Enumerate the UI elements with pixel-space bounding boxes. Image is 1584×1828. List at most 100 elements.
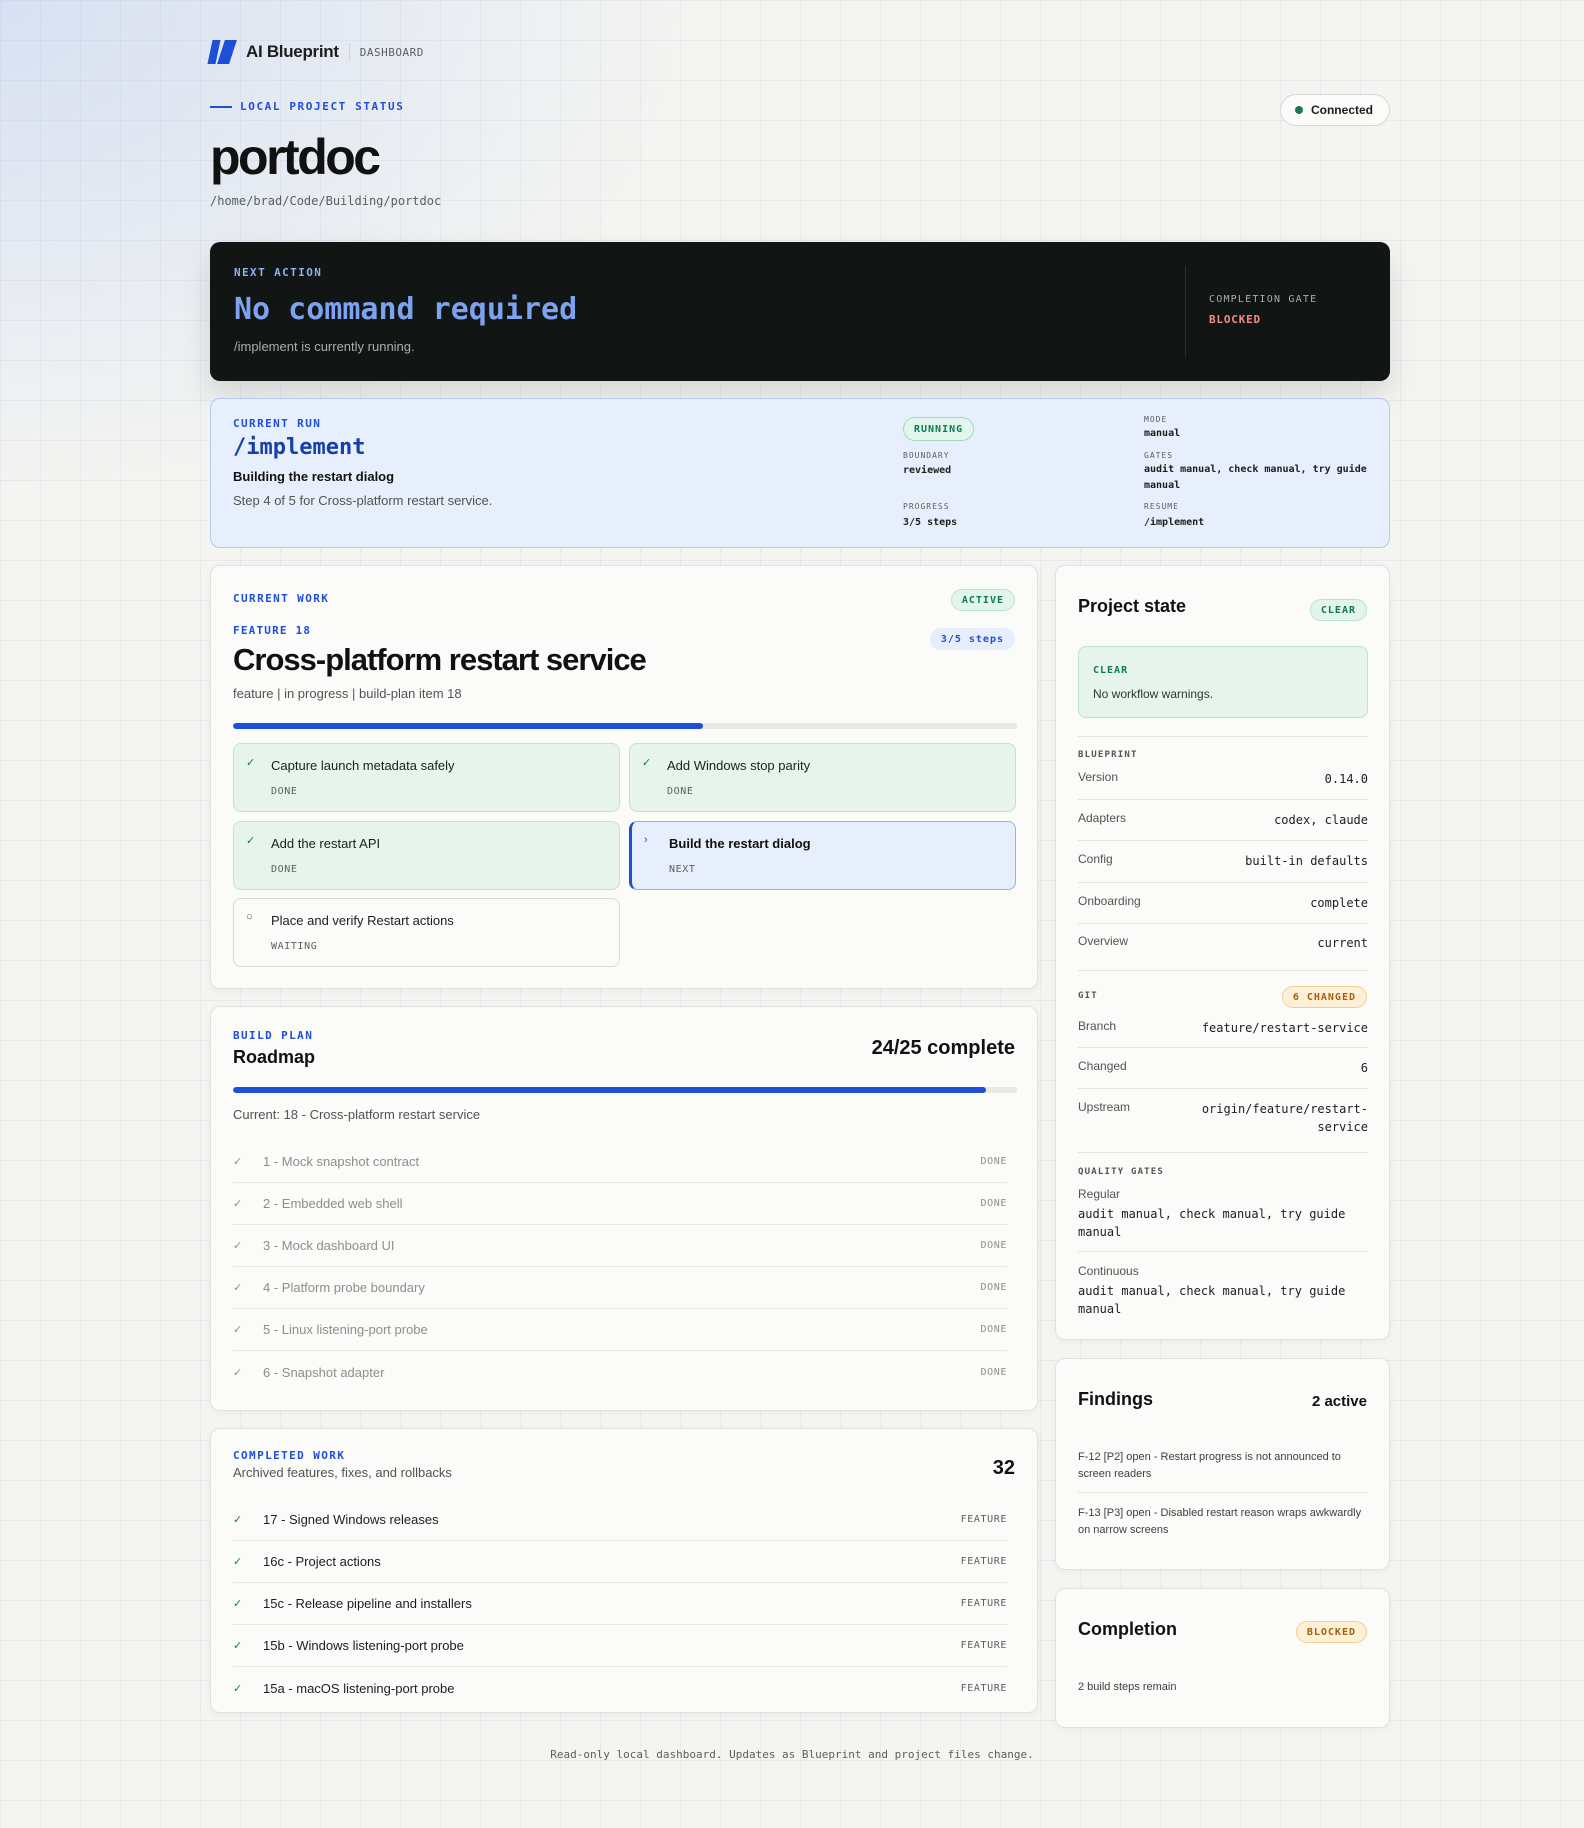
circle-icon: ○	[246, 911, 253, 923]
checkmark-icon: ✓	[233, 1598, 243, 1610]
completed-row[interactable]: ✓ 17 - Signed Windows releases FEATURE	[233, 1499, 1007, 1541]
prop-key: Config	[1078, 852, 1113, 866]
completed-work-card: COMPLETED WORK Archived features, fixes,…	[210, 1428, 1038, 1713]
checkmark-icon: ✓	[233, 1556, 243, 1568]
prop-key: Upstream	[1078, 1100, 1131, 1114]
checkmark-icon: ✓	[233, 1640, 243, 1652]
divider	[1078, 1492, 1368, 1493]
current-work-card: CURRENT WORK ACTIVE FEATURE 18 3/5 steps…	[210, 565, 1038, 989]
checkmark-icon: ✓	[233, 1514, 243, 1526]
current-run-command: /implement	[233, 435, 366, 460]
prop-onboarding: Onboarding complete	[1078, 894, 1368, 912]
divider	[1078, 736, 1368, 737]
brand-divider	[348, 43, 350, 61]
roadmap-item-title: 3 - Mock dashboard UI	[263, 1238, 395, 1253]
prop-version: Version 0.14.0	[1078, 770, 1368, 788]
gates-value: audit manual, check manual, try guide ma…	[1144, 464, 1367, 491]
roadmap-row[interactable]: ✓ 4 - Platform probe boundary DONE	[233, 1267, 1007, 1309]
prop-value: complete	[1310, 896, 1368, 910]
step-title: Build the restart dialog	[669, 836, 811, 851]
current-run-label: CURRENT RUN	[233, 417, 322, 430]
boundary-value: reviewed	[903, 465, 952, 476]
completed-item-type: FEATURE	[960, 1514, 1007, 1525]
prop-value: codex, claude	[1274, 813, 1368, 827]
build-plan-label: BUILD PLAN	[233, 1029, 314, 1042]
current-run-panel: CURRENT RUN /implement Building the rest…	[210, 398, 1390, 548]
step-card-waiting[interactable]: ○ Place and verify Restart actions WAITI…	[233, 898, 620, 967]
checkmark-icon: ✓	[233, 1324, 243, 1336]
eyebrow-rule	[210, 105, 232, 108]
roadmap-current: Current: 18 - Cross-platform restart ser…	[233, 1107, 481, 1122]
step-status: DONE	[271, 864, 298, 875]
checkmark-icon: ✓	[642, 757, 652, 769]
completed-row[interactable]: ✓ 16c - Project actions FEATURE	[233, 1541, 1007, 1583]
divider	[1078, 1088, 1368, 1089]
blueprint-label: BLUEPRINT	[1078, 750, 1138, 760]
divider	[1078, 1047, 1368, 1048]
completion-card: Completion BLOCKED 2 build steps remain	[1055, 1588, 1390, 1728]
checkmark-icon: ✓	[233, 1682, 243, 1695]
roadmap-item-status: DONE	[980, 1366, 1007, 1378]
quality-gates-label: QUALITY GATES	[1078, 1167, 1165, 1177]
step-title: Place and verify Restart actions	[271, 913, 454, 928]
completed-item-type: FEATURE	[960, 1598, 1007, 1609]
step-card[interactable]: ✓ Add the restart API DONE	[233, 821, 620, 890]
brand[interactable]: AI Blueprint DASHBOARD	[210, 40, 424, 64]
checkmark-icon: ✓	[233, 1156, 243, 1168]
prop-value: origin/feature/restart- service	[1201, 1102, 1368, 1134]
prop-overview: Overview current	[1078, 934, 1368, 952]
step-status: DONE	[271, 786, 298, 797]
step-card[interactable]: ✓ Capture launch metadata safely DONE	[233, 743, 620, 812]
brand-name: AI Blueprint	[246, 42, 339, 61]
completed-row[interactable]: ✓ 15c - Release pipeline and installers …	[233, 1583, 1007, 1625]
roadmap-row[interactable]: ✓ 1 - Mock snapshot contract DONE	[233, 1141, 1007, 1183]
roadmap-row[interactable]: ✓ 3 - Mock dashboard UI DONE	[233, 1225, 1007, 1267]
feature-progress-fill	[233, 723, 704, 729]
finding-item[interactable]: F-13 [P3] open - Disabled restart reason…	[1078, 1505, 1368, 1539]
roadmap-progress-bar	[233, 1087, 1017, 1093]
boundary-label: BOUNDARY	[903, 451, 950, 460]
completed-item-title: 15a - macOS listening-port probe	[263, 1680, 455, 1696]
feature-title: Cross-platform restart service	[233, 642, 647, 677]
roadmap-row[interactable]: ✓ 2 - Embedded web shell DONE	[233, 1183, 1007, 1225]
next-action-command: No command required	[234, 292, 578, 327]
step-status: DONE	[667, 786, 694, 797]
step-status: NEXT	[669, 864, 696, 875]
blueprint-logo-icon	[210, 40, 236, 64]
checkmark-icon: ✓	[233, 1282, 243, 1294]
divider	[1078, 799, 1368, 800]
completed-row[interactable]: ✓ 15a - macOS listening-port probe FEATU…	[233, 1667, 1007, 1709]
finding-item[interactable]: F-12 [P2] open - Restart progress is not…	[1078, 1449, 1368, 1483]
roadmap-row[interactable]: ✓ 6 - Snapshot adapter DONE	[233, 1351, 1007, 1393]
clear-notice-label: CLEAR	[1093, 665, 1129, 676]
step-card[interactable]: ✓ Add Windows stop parity DONE	[629, 743, 1016, 812]
feature-label: FEATURE 18	[233, 624, 312, 637]
project-path: /home/brad/Code/Building/portdoc	[210, 194, 442, 208]
checkmark-icon: ✓	[246, 835, 256, 847]
completed-item-type: FEATURE	[960, 1556, 1007, 1567]
completed-row[interactable]: ✓ 15b - Windows listening-port probe FEA…	[233, 1625, 1007, 1667]
completed-work-list[interactable]: ✓ 17 - Signed Windows releases FEATURE ✓…	[211, 1499, 1039, 1711]
completed-work-subtitle: Archived features, fixes, and rollbacks	[233, 1465, 452, 1480]
completion-gate-label: COMPLETION GATE	[1209, 294, 1318, 305]
regular-value: audit manual, check manual, try guide ma…	[1078, 1207, 1346, 1239]
checkmark-icon: ✓	[246, 757, 256, 769]
roadmap-row[interactable]: ✓ 5 - Linux listening-port probe DONE	[233, 1309, 1007, 1351]
steps-badge: 3/5 steps	[929, 628, 1015, 650]
step-card-next[interactable]: › Build the restart dialog NEXT	[629, 821, 1016, 890]
current-work-label: CURRENT WORK	[233, 592, 330, 605]
clear-notice: CLEAR No workflow warnings.	[1078, 646, 1368, 718]
project-state-badge: CLEAR	[1309, 599, 1367, 621]
prop-value: current	[1317, 936, 1368, 950]
next-action-panel: NEXT ACTION No command required /impleme…	[210, 242, 1390, 381]
completed-item-title: 16c - Project actions	[263, 1554, 381, 1569]
roadmap-item-status: DONE	[980, 1198, 1007, 1209]
prop-config: Config built-in defaults	[1078, 852, 1368, 870]
completed-item-type: FEATURE	[960, 1682, 1007, 1694]
completed-item-title: 15b - Windows listening-port probe	[263, 1638, 464, 1653]
roadmap-item-status: DONE	[980, 1240, 1007, 1251]
gates-label: GATES	[1144, 451, 1174, 460]
prop-value: built-in defaults	[1245, 854, 1368, 868]
progress-value: 3/5 steps	[903, 517, 958, 528]
prop-key: Version	[1078, 770, 1119, 784]
